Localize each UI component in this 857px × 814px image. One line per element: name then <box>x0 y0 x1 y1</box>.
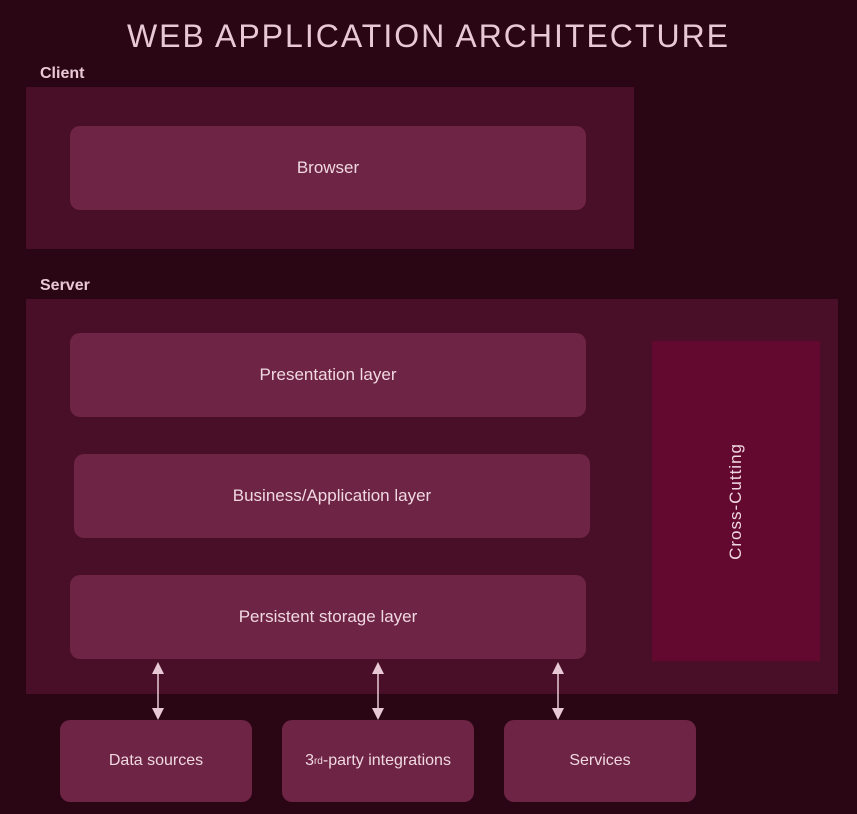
presentation-layer-box: Presentation layer <box>70 333 586 417</box>
cross-cutting-box: Cross-Cutting <box>652 341 820 661</box>
browser-box: Browser <box>70 126 586 210</box>
persistent-storage-layer-box: Persistent storage layer <box>70 575 586 659</box>
client-section-label: Client <box>40 65 857 83</box>
server-layers-column: Presentation layer Business/Application … <box>70 333 590 659</box>
services-box: Services <box>504 720 696 802</box>
data-sources-box: Data sources <box>60 720 252 802</box>
third-party-sup: rd <box>314 756 323 767</box>
diagram-title: WEB APPLICATION ARCHITECTURE <box>0 0 857 65</box>
server-container: Presentation layer Business/Application … <box>26 299 838 694</box>
external-row: Data sources 3rd-party integrations Serv… <box>60 720 700 802</box>
third-party-suffix: -party integrations <box>323 752 451 770</box>
cross-cutting-label: Cross-Cutting <box>726 443 746 560</box>
client-container: Browser <box>26 87 634 249</box>
third-party-prefix: 3 <box>305 752 314 770</box>
business-layer-box: Business/Application layer <box>74 454 590 538</box>
server-section-label: Server <box>40 277 857 295</box>
third-party-box: 3rd-party integrations <box>282 720 474 802</box>
